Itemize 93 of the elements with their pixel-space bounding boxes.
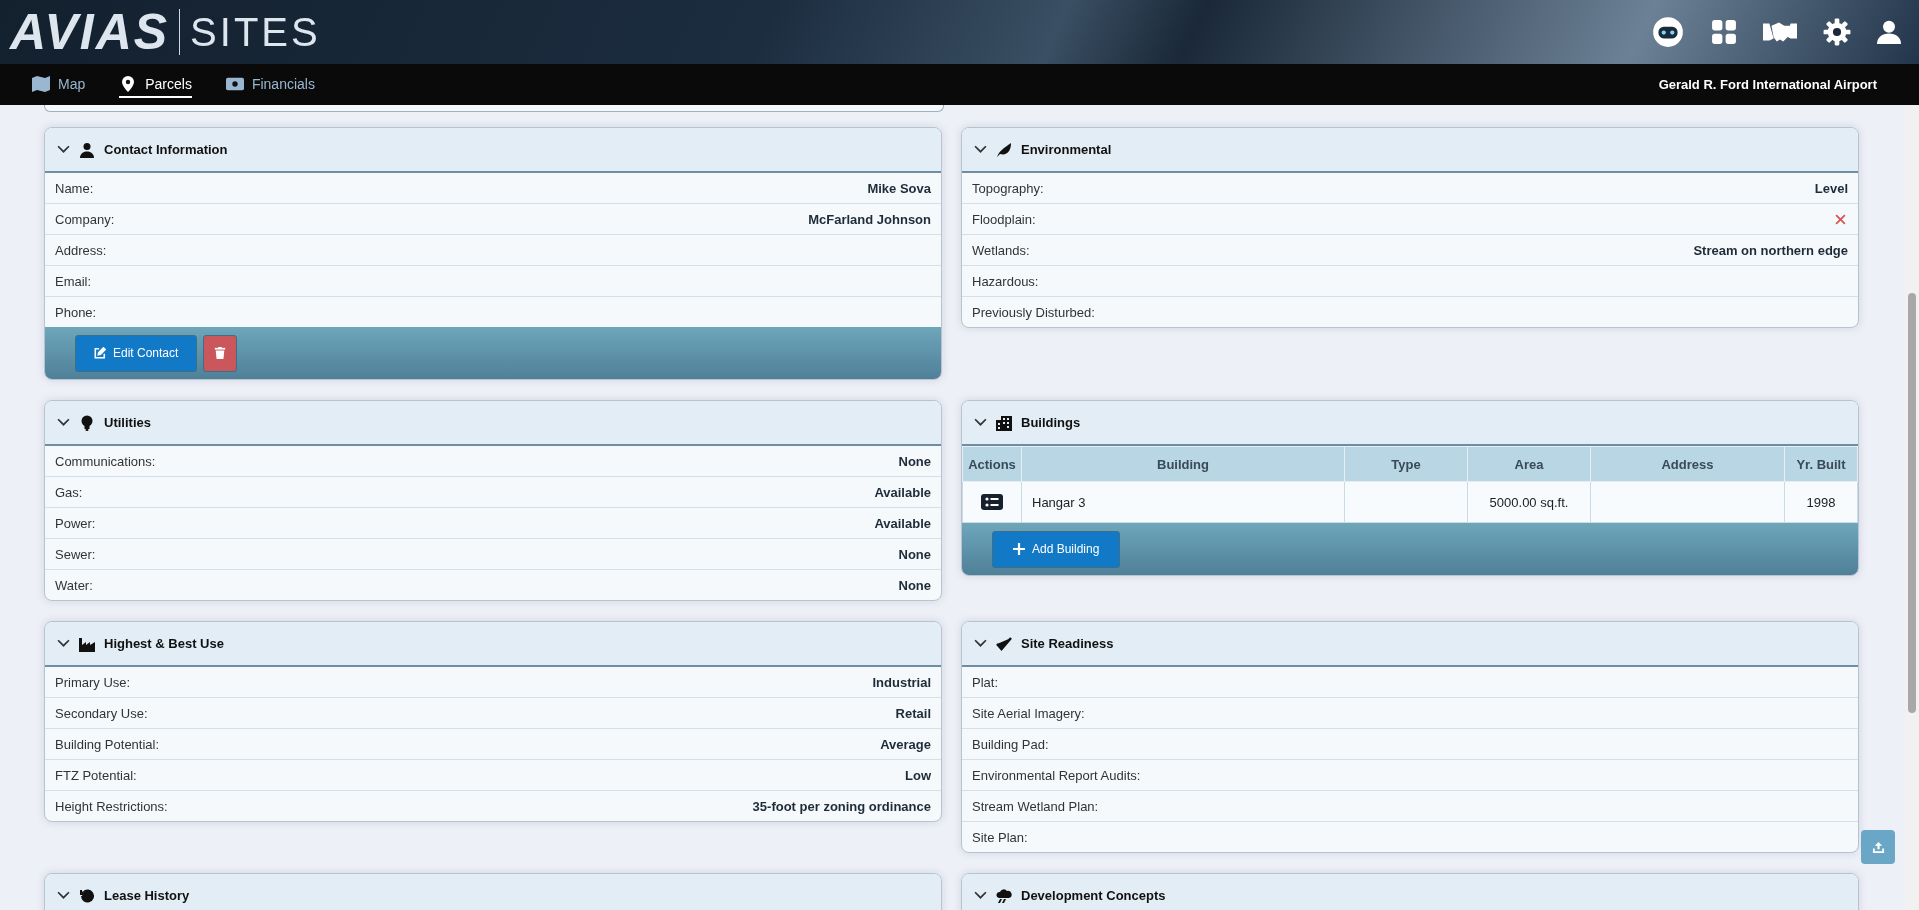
field-label: Phone: bbox=[55, 304, 97, 320]
chevron-down-icon[interactable] bbox=[974, 891, 987, 900]
chevron-down-icon[interactable] bbox=[974, 145, 987, 154]
chevron-down-icon[interactable] bbox=[57, 418, 70, 427]
plus-icon bbox=[1013, 543, 1025, 555]
card-title: Development Concepts bbox=[1021, 888, 1166, 903]
table-cell: 5000.00 sq.ft. bbox=[1489, 494, 1569, 510]
field-value: None bbox=[898, 453, 931, 469]
map-icon bbox=[32, 75, 50, 92]
card-title: Buildings bbox=[1021, 415, 1081, 430]
nav-tab[interactable]: Financials bbox=[225, 71, 315, 98]
field-label: Plat: bbox=[972, 674, 998, 690]
column-header: Type bbox=[1344, 446, 1468, 482]
field-label: Building Pad: bbox=[972, 736, 1049, 752]
chevron-down-icon[interactable] bbox=[974, 418, 987, 427]
chevron-down-icon[interactable] bbox=[57, 639, 70, 648]
field-value: Available bbox=[874, 484, 931, 500]
field-label: Hazardous: bbox=[972, 273, 1039, 289]
field-label: Site Plan: bbox=[972, 829, 1028, 845]
nav-tab[interactable]: Parcels bbox=[119, 71, 192, 98]
grid-icon[interactable] bbox=[1711, 19, 1737, 45]
field-label: Company: bbox=[55, 211, 115, 227]
field-label: Primary Use: bbox=[55, 674, 131, 690]
field-label: Gas: bbox=[55, 484, 83, 500]
card-title: Contact Information bbox=[104, 142, 228, 157]
factory-icon bbox=[79, 635, 95, 652]
chevron-down-icon[interactable] bbox=[57, 145, 70, 154]
field-label: FTZ Potential: bbox=[55, 767, 137, 783]
chevron-down-icon[interactable] bbox=[57, 891, 70, 900]
leaf-icon bbox=[996, 141, 1012, 158]
field-value: Low bbox=[905, 767, 931, 783]
person-icon bbox=[79, 141, 95, 158]
field-value: Available bbox=[874, 515, 931, 531]
user-icon[interactable] bbox=[1877, 19, 1901, 45]
field-value: Level bbox=[1814, 180, 1848, 196]
cloud-icon bbox=[996, 887, 1012, 904]
field-label: Site Aerial Imagery: bbox=[972, 705, 1085, 721]
card-title: Utilities bbox=[104, 415, 151, 430]
trash-icon bbox=[214, 347, 227, 359]
field-label: Stream Wetland Plan: bbox=[972, 798, 1099, 814]
table-cell: Hangar 3 bbox=[1032, 494, 1086, 510]
card-title: Highest & Best Use bbox=[104, 636, 224, 651]
product-name: SITES bbox=[190, 9, 321, 55]
edit-icon bbox=[94, 347, 106, 359]
table-cell: 1998 bbox=[1806, 494, 1836, 510]
field-value: McFarland Johnson bbox=[808, 211, 931, 227]
scroll-to-top-button[interactable] bbox=[1861, 830, 1895, 864]
column-header: Actions bbox=[962, 446, 1022, 482]
chevron-down-icon[interactable] bbox=[974, 639, 987, 648]
field-label: Email: bbox=[55, 273, 92, 289]
field-value: Industrial bbox=[872, 674, 931, 690]
add-building-button[interactable]: Add Building bbox=[992, 530, 1121, 568]
column-header: Yr. Built bbox=[1784, 446, 1858, 482]
field-label: Wetlands: bbox=[972, 242, 1030, 258]
field-label: Building Potential: bbox=[55, 736, 160, 752]
robot-icon[interactable] bbox=[1651, 15, 1685, 49]
card-title: Environmental bbox=[1021, 142, 1112, 157]
field-value: Retail bbox=[895, 705, 931, 721]
field-label: Communications: bbox=[55, 453, 156, 469]
field-label: Sewer: bbox=[55, 546, 96, 562]
column-header: Address bbox=[1590, 446, 1785, 482]
field-label: Previously Disturbed: bbox=[972, 304, 1095, 320]
card-title: Lease History bbox=[104, 888, 190, 903]
field-label: Floodplain: bbox=[972, 211, 1036, 227]
details-list-icon[interactable] bbox=[981, 494, 1003, 511]
field-value: 35-foot per zoning ordinance bbox=[752, 798, 931, 814]
checkmark-icon bbox=[996, 635, 1012, 652]
field-label: Name: bbox=[55, 180, 94, 196]
field-label: Secondary Use: bbox=[55, 705, 148, 721]
field-label: Environmental Report Audits: bbox=[972, 767, 1141, 783]
field-value: Mike Sova bbox=[867, 180, 931, 196]
card-title: Site Readiness bbox=[1021, 636, 1114, 651]
column-header: Building bbox=[1021, 446, 1345, 482]
airport-name: Gerald R. Ford International Airport bbox=[1658, 77, 1878, 92]
field-label: Water: bbox=[55, 577, 93, 593]
field-value: Stream on northern edge bbox=[1693, 242, 1848, 258]
upload-icon bbox=[1871, 840, 1885, 854]
delete-button[interactable] bbox=[203, 334, 238, 372]
edit-contact-button[interactable]: Edit Contact bbox=[75, 334, 198, 372]
field-value: None bbox=[898, 546, 931, 562]
field-label: Topography: bbox=[972, 180, 1044, 196]
banknote-icon bbox=[225, 75, 244, 92]
field-value: Average bbox=[880, 736, 931, 752]
field-value: None bbox=[898, 577, 931, 593]
nav-tab[interactable]: Map bbox=[32, 71, 86, 98]
scrollbar[interactable] bbox=[1905, 105, 1919, 910]
logo-wordmark: AVIAS bbox=[10, 7, 170, 57]
building-icon bbox=[996, 414, 1012, 431]
field-label: Height Restrictions: bbox=[55, 798, 168, 814]
field-label: Power: bbox=[55, 515, 96, 531]
field-label: Address: bbox=[55, 242, 107, 258]
lightbulb-icon bbox=[79, 414, 95, 431]
column-header: Area bbox=[1467, 446, 1591, 482]
